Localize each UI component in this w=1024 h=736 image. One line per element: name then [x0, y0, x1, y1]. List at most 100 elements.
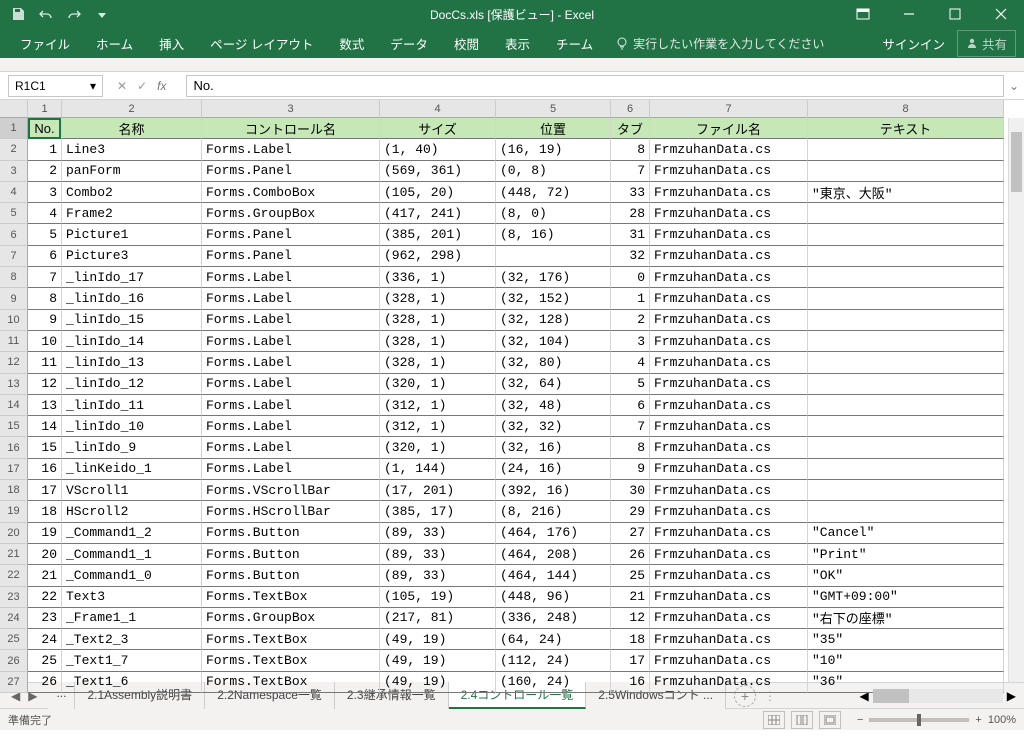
cell[interactable]: "10"	[808, 650, 1004, 671]
cell[interactable]: (8, 216)	[496, 501, 611, 522]
ribbon-tab[interactable]: ファイル	[8, 28, 82, 59]
row-header[interactable]: 24	[0, 608, 28, 629]
cell[interactable]	[808, 161, 1004, 182]
cell[interactable]: _Text2_3	[62, 629, 202, 650]
table-header-cell[interactable]: 位置	[496, 118, 611, 139]
cell[interactable]: (32, 80)	[496, 352, 611, 373]
zoom-out-button[interactable]: −	[857, 714, 863, 726]
cell[interactable]: (336, 1)	[380, 267, 496, 288]
cell[interactable]: FrmzuhanData.cs	[650, 288, 808, 309]
qat-customize-button[interactable]	[90, 2, 114, 26]
cell[interactable]: 9	[28, 310, 62, 331]
cell[interactable]: _Command1_0	[62, 565, 202, 586]
row-header[interactable]: 10	[0, 310, 28, 331]
cell[interactable]: (336, 248)	[496, 608, 611, 629]
cell[interactable]: FrmzuhanData.cs	[650, 352, 808, 373]
cell[interactable]: 6	[611, 395, 650, 416]
cell[interactable]: (89, 33)	[380, 544, 496, 565]
close-button[interactable]	[978, 0, 1024, 28]
ribbon-tab[interactable]: 校閲	[442, 28, 491, 59]
cell[interactable]: Forms.Button	[202, 523, 380, 544]
cell[interactable]	[808, 437, 1004, 458]
table-header-cell[interactable]: サイズ	[380, 118, 496, 139]
cell[interactable]: (89, 33)	[380, 523, 496, 544]
cell[interactable]: _linIdo_11	[62, 395, 202, 416]
column-header[interactable]: 4	[380, 100, 496, 118]
cell[interactable]: (417, 241)	[380, 203, 496, 224]
row-header[interactable]: 4	[0, 182, 28, 203]
cell[interactable]: _linIdo_9	[62, 437, 202, 458]
cell[interactable]: _Text1_7	[62, 650, 202, 671]
cell[interactable]: (16, 19)	[496, 139, 611, 160]
cell[interactable]: (962, 298)	[380, 246, 496, 267]
column-header[interactable]: 5	[496, 100, 611, 118]
cell[interactable]: (32, 152)	[496, 288, 611, 309]
cell[interactable]: Forms.GroupBox	[202, 608, 380, 629]
cell[interactable]: Forms.Label	[202, 288, 380, 309]
cell[interactable]: 10	[28, 331, 62, 352]
cell[interactable]: 4	[28, 203, 62, 224]
select-all-button[interactable]	[0, 100, 28, 118]
cell[interactable]: FrmzuhanData.cs	[650, 480, 808, 501]
cell[interactable]: (385, 201)	[380, 224, 496, 245]
row-headers[interactable]: 1234567891011121314151617181920212223242…	[0, 118, 28, 693]
cell[interactable]: 11	[28, 352, 62, 373]
cell[interactable]: 25	[611, 565, 650, 586]
ribbon-tab[interactable]: 挿入	[147, 28, 196, 59]
cell[interactable]: 2	[611, 310, 650, 331]
cell[interactable]: Forms.ComboBox	[202, 182, 380, 203]
cell[interactable]: Forms.Label	[202, 416, 380, 437]
cell[interactable]: 4	[611, 352, 650, 373]
cell[interactable]: 1	[611, 288, 650, 309]
cell[interactable]: (312, 1)	[380, 416, 496, 437]
cell[interactable]: FrmzuhanData.cs	[650, 182, 808, 203]
zoom-level[interactable]: 100%	[988, 714, 1016, 726]
cell[interactable]: FrmzuhanData.cs	[650, 310, 808, 331]
row-header[interactable]: 5	[0, 203, 28, 224]
share-button[interactable]: 共有	[957, 30, 1016, 57]
cell[interactable]: 32	[611, 246, 650, 267]
cell[interactable]: Forms.TextBox	[202, 672, 380, 693]
cell[interactable]: 7	[28, 267, 62, 288]
row-header[interactable]: 22	[0, 565, 28, 586]
cell[interactable]: "Print"	[808, 544, 1004, 565]
cell[interactable]: Forms.Label	[202, 139, 380, 160]
cell[interactable]: 19	[28, 523, 62, 544]
cell[interactable]: (8, 0)	[496, 203, 611, 224]
cell[interactable]: (464, 144)	[496, 565, 611, 586]
cell[interactable]	[496, 246, 611, 267]
cell[interactable]: Forms.TextBox	[202, 587, 380, 608]
cell[interactable]: (89, 33)	[380, 565, 496, 586]
cell[interactable]: FrmzuhanData.cs	[650, 565, 808, 586]
cell[interactable]: _linIdo_12	[62, 374, 202, 395]
cell[interactable]: FrmzuhanData.cs	[650, 629, 808, 650]
ribbon-tab[interactable]: 数式	[327, 28, 376, 59]
column-header[interactable]: 7	[650, 100, 808, 118]
cell[interactable]: 26	[28, 672, 62, 693]
scroll-right-button[interactable]: ▶	[1007, 689, 1016, 703]
cell[interactable]	[808, 459, 1004, 480]
cell[interactable]: _Command1_1	[62, 544, 202, 565]
table-header-cell[interactable]: コントロール名	[202, 118, 380, 139]
cell[interactable]: _linIdo_10	[62, 416, 202, 437]
cell[interactable]: 5	[28, 224, 62, 245]
cell[interactable]: 31	[611, 224, 650, 245]
table-header-cell[interactable]: 名称	[62, 118, 202, 139]
cell[interactable]: "Cancel"	[808, 523, 1004, 544]
cell[interactable]: Forms.VScrollBar	[202, 480, 380, 501]
cell[interactable]	[808, 501, 1004, 522]
cell[interactable]	[808, 288, 1004, 309]
cell[interactable]: (160, 24)	[496, 672, 611, 693]
row-header[interactable]: 12	[0, 352, 28, 373]
cell[interactable]: (17, 201)	[380, 480, 496, 501]
enter-formula-button[interactable]: ✓	[137, 79, 147, 93]
cell[interactable]: "35"	[808, 629, 1004, 650]
cell[interactable]: _Text1_6	[62, 672, 202, 693]
cell[interactable]: (328, 1)	[380, 331, 496, 352]
table-header-cell[interactable]: タブ	[611, 118, 650, 139]
cell[interactable]: (49, 19)	[380, 629, 496, 650]
row-header[interactable]: 27	[0, 672, 28, 693]
cell[interactable]: 5	[611, 374, 650, 395]
cell[interactable]: "右下の座標"	[808, 608, 1004, 629]
redo-button[interactable]	[62, 2, 86, 26]
